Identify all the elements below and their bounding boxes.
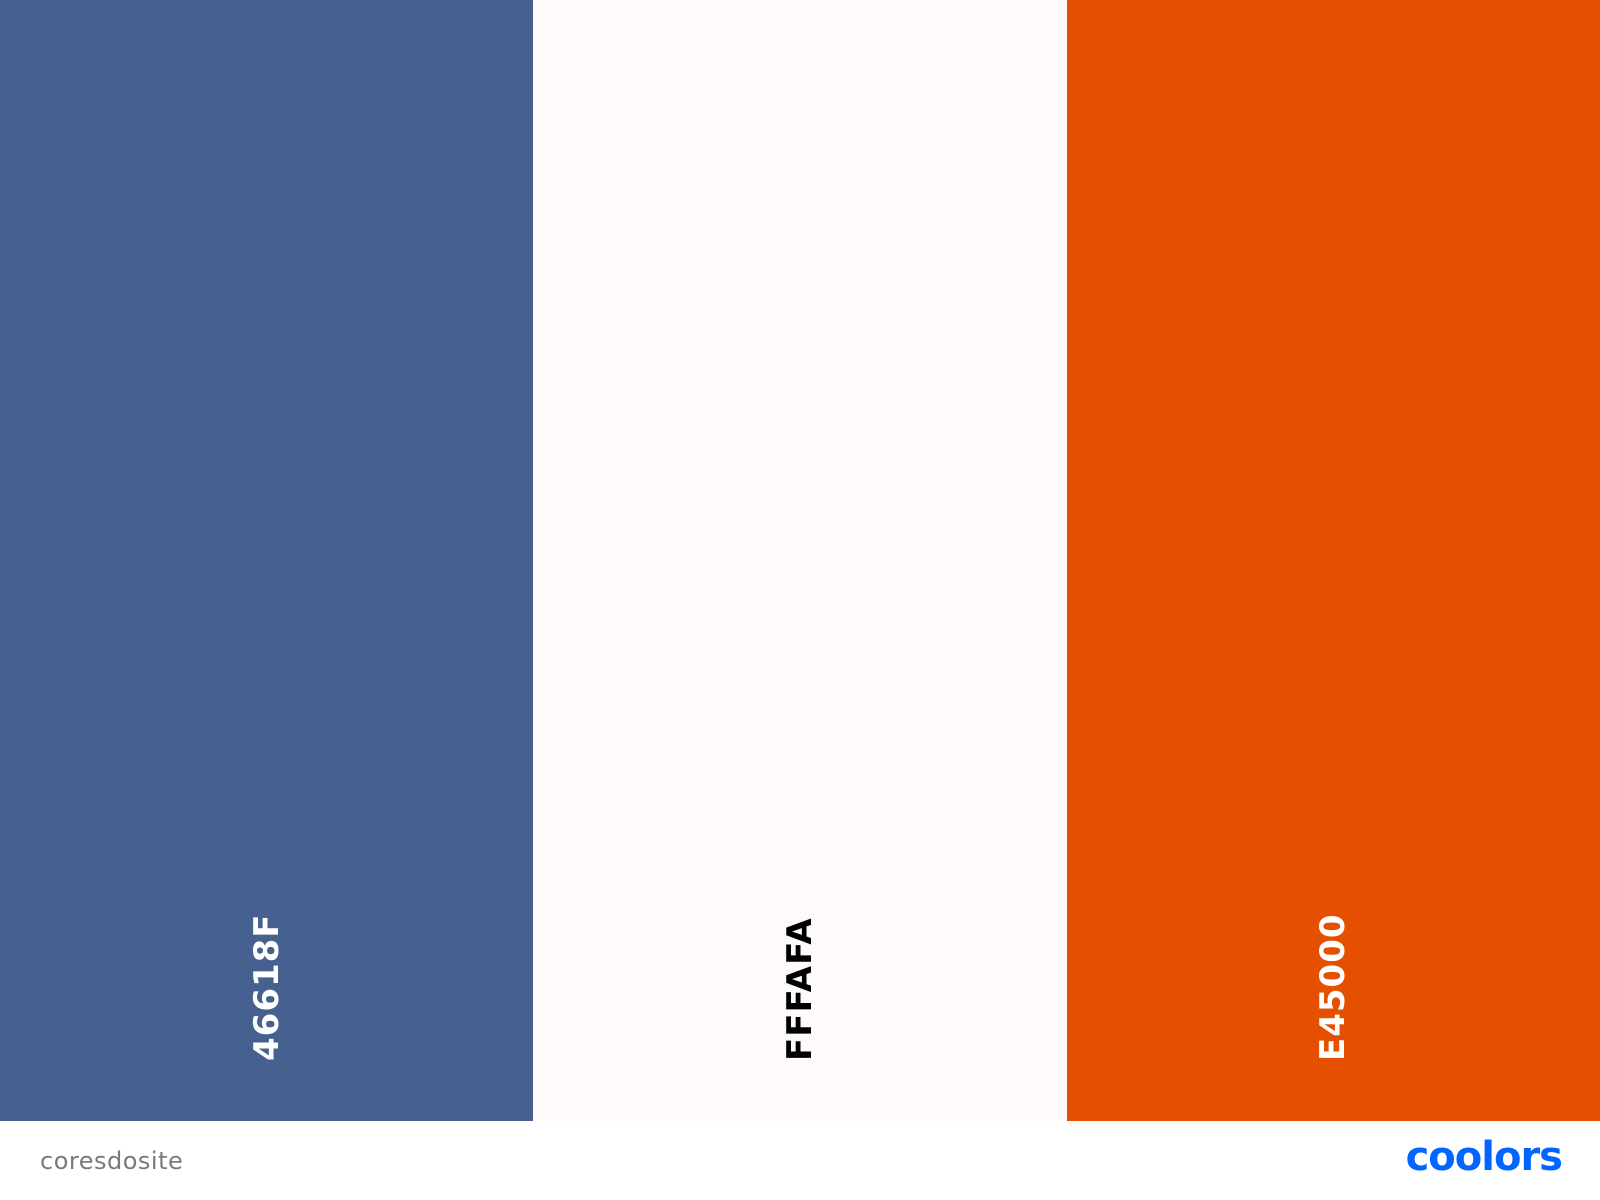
color-swatch-3[interactable]: E45000 [1066, 0, 1600, 1121]
color-swatch-2[interactable]: FFFAFA [533, 0, 1067, 1121]
hex-code-label[interactable]: 46618F [247, 913, 287, 1061]
color-palette: 46618F FFFAFA E45000 [0, 0, 1600, 1121]
coolors-logo[interactable]: coolors [1406, 1137, 1563, 1177]
footer-bar: coresdosite coolors [0, 1121, 1600, 1200]
palette-name: coresdosite [40, 1147, 184, 1175]
hex-code-label[interactable]: E45000 [1313, 913, 1353, 1061]
color-swatch-1[interactable]: 46618F [0, 0, 534, 1121]
hex-code-label[interactable]: FFFAFA [780, 917, 820, 1061]
